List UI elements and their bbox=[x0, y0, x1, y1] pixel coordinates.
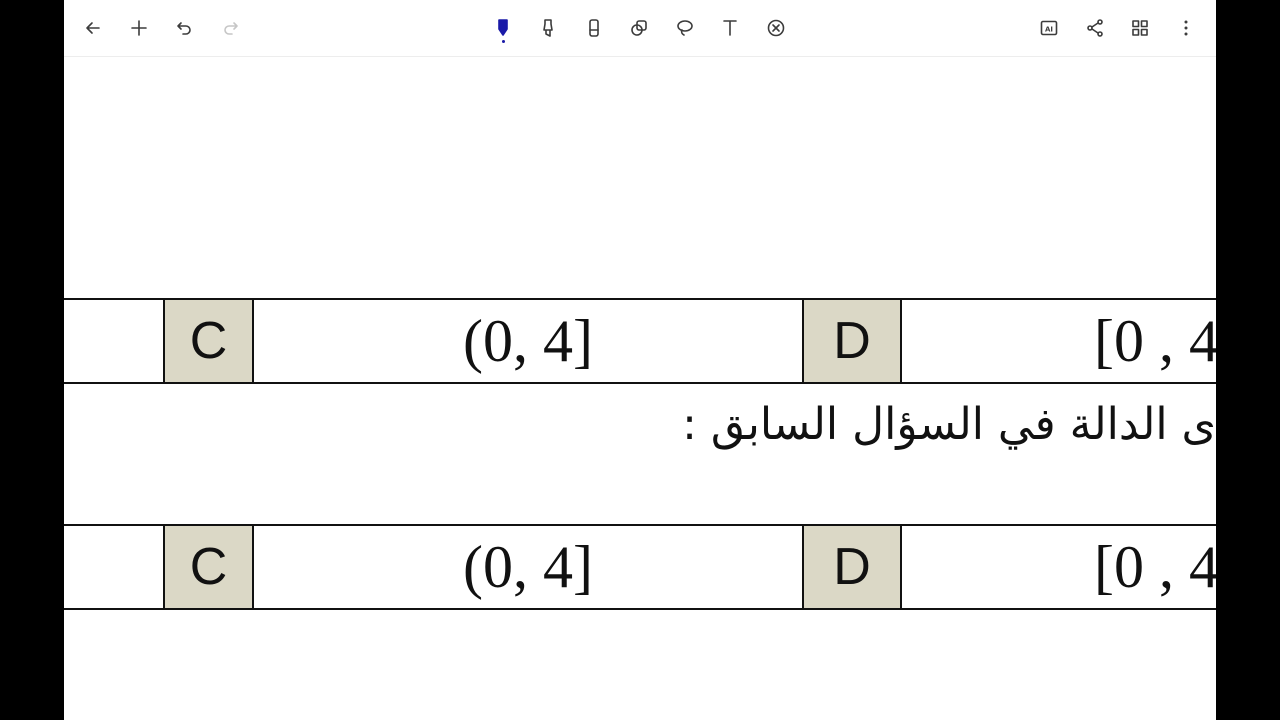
grid-view-button[interactable] bbox=[1122, 10, 1158, 46]
undo-icon bbox=[177, 22, 191, 35]
add-page-button[interactable] bbox=[121, 10, 157, 46]
text-tool[interactable] bbox=[712, 10, 748, 46]
highlighter-icon bbox=[543, 19, 553, 37]
more-vertical-icon bbox=[1184, 20, 1188, 36]
share-icon bbox=[1087, 19, 1103, 37]
circle-x-icon bbox=[767, 19, 785, 37]
share-button[interactable] bbox=[1077, 10, 1113, 46]
undo-button[interactable] bbox=[167, 10, 203, 46]
question-text: ى الدالة في السؤال السابق : bbox=[682, 399, 1216, 450]
option-c-label: C bbox=[163, 526, 254, 608]
option-d-value: [0 , 4 bbox=[1094, 533, 1216, 600]
ai-icon: AI bbox=[1040, 20, 1058, 36]
note-app: AI C (0, 4] D [0 , 4 ى الدالة في السؤال … bbox=[64, 0, 1216, 720]
svg-text:AI: AI bbox=[1045, 26, 1053, 34]
pen-tool[interactable] bbox=[485, 10, 521, 46]
eraser-tool[interactable] bbox=[576, 10, 612, 46]
redo-button[interactable] bbox=[212, 10, 248, 46]
arrow-left-icon bbox=[86, 22, 100, 34]
pen-icon bbox=[498, 19, 508, 36]
ai-button[interactable]: AI bbox=[1031, 10, 1067, 46]
answer-row: C (0, 4] D [0 , 4 bbox=[64, 298, 1216, 384]
option-d-value: [0 , 4 bbox=[1094, 307, 1216, 374]
lasso-tool[interactable] bbox=[667, 10, 703, 46]
toolbar: AI bbox=[64, 0, 1216, 57]
text-icon bbox=[723, 20, 737, 36]
eraser-icon bbox=[589, 19, 599, 37]
document-canvas[interactable]: C (0, 4] D [0 , 4 ى الدالة في السؤال الس… bbox=[64, 57, 1216, 720]
option-c-value: (0, 4] bbox=[463, 307, 593, 374]
answer-row: C (0, 4] D [0 , 4 bbox=[64, 524, 1216, 610]
back-button[interactable] bbox=[75, 10, 111, 46]
remove-tool[interactable] bbox=[758, 10, 794, 46]
lasso-icon bbox=[677, 20, 693, 36]
active-tool-indicator bbox=[502, 40, 505, 43]
option-d-label: D bbox=[802, 300, 902, 382]
shape-tool[interactable] bbox=[621, 10, 657, 46]
redo-icon bbox=[224, 22, 238, 35]
option-c-label: C bbox=[163, 300, 254, 382]
shapes-icon bbox=[631, 20, 647, 36]
more-button[interactable] bbox=[1168, 10, 1204, 46]
highlighter-tool[interactable] bbox=[530, 10, 566, 46]
plus-icon bbox=[131, 20, 147, 36]
option-c-value: (0, 4] bbox=[463, 533, 593, 600]
option-d-label: D bbox=[802, 526, 902, 608]
grid-icon bbox=[1132, 20, 1148, 36]
